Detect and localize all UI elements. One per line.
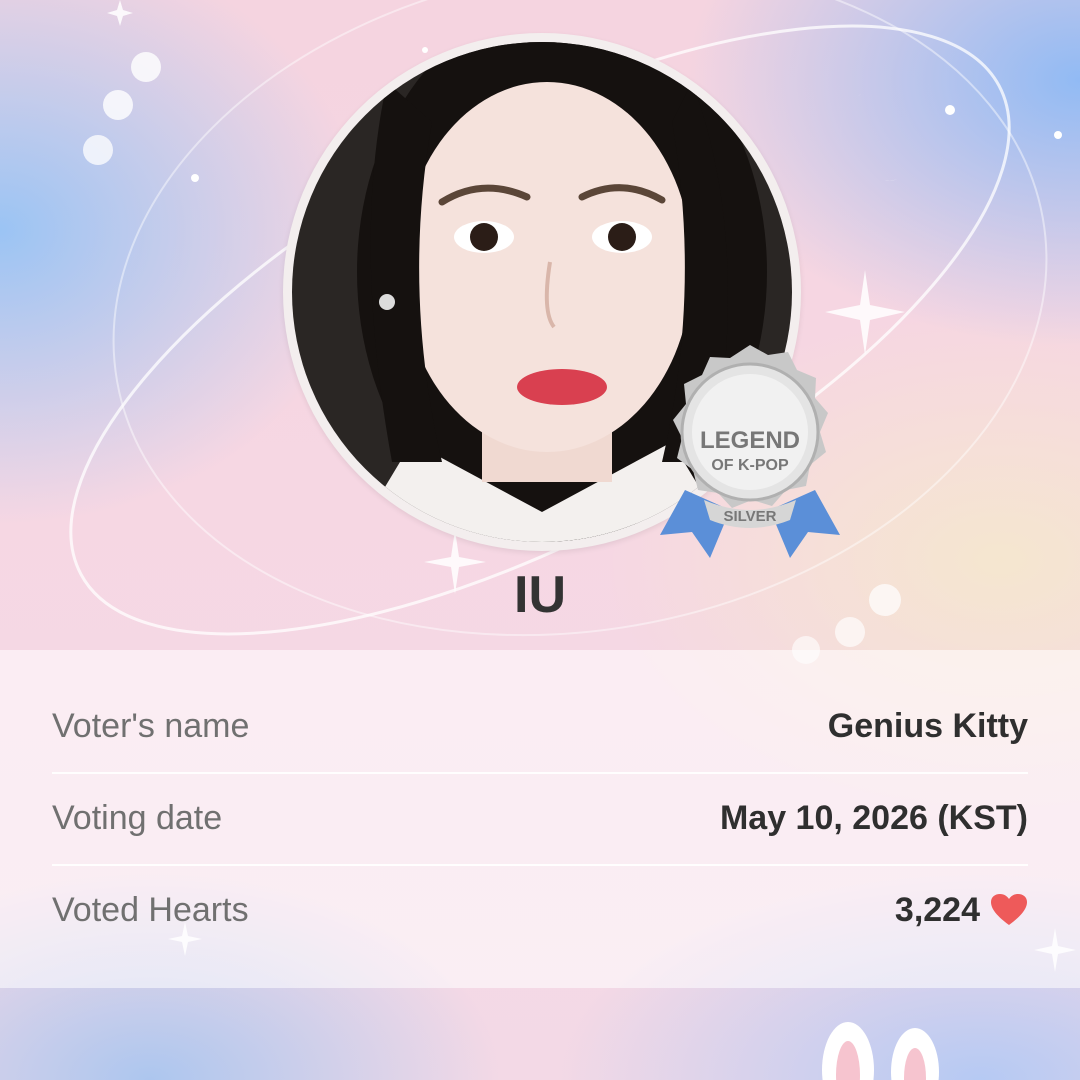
bunny-decoration <box>822 1022 939 1080</box>
voting-date-row: Voting date May 10, 2026 (KST) <box>52 772 1028 866</box>
voting-date-value: May 10, 2026 (KST) <box>719 798 1028 837</box>
idol-name: IU <box>514 566 566 624</box>
legend-badge: LEGEND OF K-POP SILVER <box>650 340 850 570</box>
vote-info-card: Voter's name Genius Kitty Voting date Ma… <box>0 650 1080 988</box>
voter-name-value: Genius Kitty <box>827 706 1028 745</box>
voted-hearts-label: Voted Hearts <box>52 890 249 929</box>
voted-hearts-value-wrap: 3,224 <box>895 891 1028 930</box>
voted-hearts-row: Voted Hearts 3,224 <box>52 864 1028 956</box>
voter-name-row: Voter's name Genius Kitty <box>52 680 1028 774</box>
badge-line2: OF K-POP <box>711 457 789 474</box>
voted-hearts-value: 3,224 <box>894 890 980 929</box>
badge-tier: SILVER <box>723 508 776 525</box>
badge-line1: LEGEND <box>700 427 800 454</box>
voter-name-label: Voter's name <box>52 706 250 745</box>
moon-icon <box>840 88 903 181</box>
heart-icon <box>991 894 1027 925</box>
voting-date-label: Voting date <box>52 798 223 837</box>
